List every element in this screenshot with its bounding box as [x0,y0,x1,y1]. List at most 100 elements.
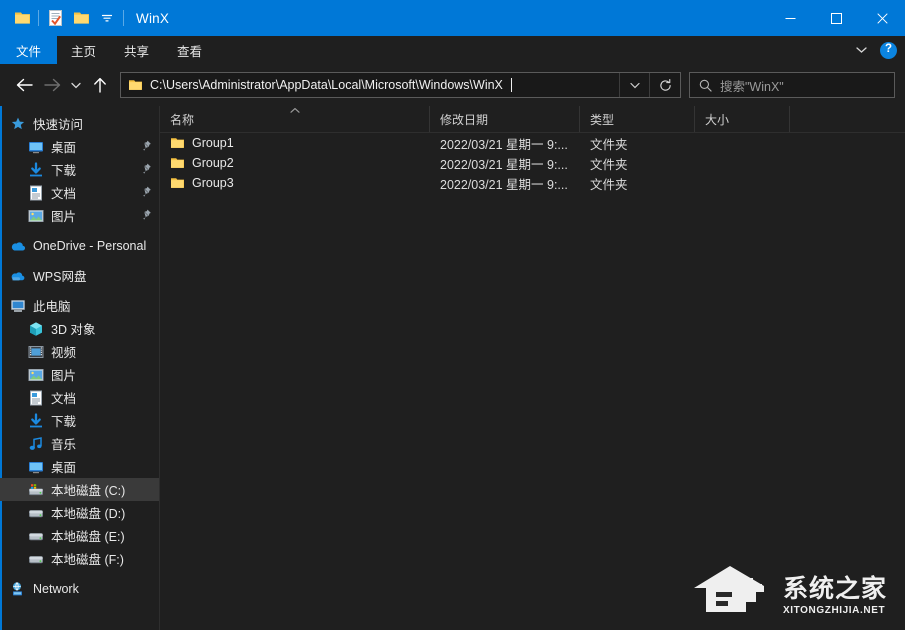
customize-dropdown-icon [101,12,113,24]
this-pc-icon [10,298,26,314]
pin-indicator[interactable] [141,161,151,179]
qat-new-folder-button[interactable] [68,5,94,31]
search-box[interactable]: 搜索"WinX" [689,72,895,98]
tab-share[interactable]: 共享 [110,36,163,64]
nav-item-图片[interactable]: 图片 [0,363,159,386]
nav-item-文档[interactable]: 文档 [0,386,159,409]
path-input[interactable]: C:\Users\Administrator\AppData\Local\Mic… [121,73,620,97]
nav-item-label: 本地磁盘 (E:) [51,526,125,545]
onedrive-icon [10,238,26,254]
nav-item-此电脑[interactable]: 此电脑 [0,294,159,317]
qat-customize-button[interactable] [94,5,120,31]
table-row[interactable]: Group22022/03/21 星期一 9:...文件夹 [160,153,905,173]
nav-item-本地磁盘e[interactable]: 本地磁盘 (E:) [0,524,159,547]
refresh-icon [659,79,672,92]
music-icon [28,436,44,452]
close-icon [877,13,888,24]
nav-item-图片[interactable]: 图片 [0,204,159,227]
drive-icon-wrap [28,551,44,567]
file-rows: Group12022/03/21 星期一 9:...文件夹Group22022/… [160,133,905,630]
tab-view[interactable]: 查看 [163,36,216,64]
file-name-label: Group2 [192,156,234,170]
qat-properties-button[interactable] [42,5,68,31]
table-row[interactable]: Group32022/03/21 星期一 9:...文件夹 [160,173,905,193]
nav-item-3d对象[interactable]: 3D 对象 [0,317,159,340]
nav-item-音乐[interactable]: 音乐 [0,432,159,455]
column-header-date[interactable]: 修改日期 [430,106,580,132]
star-icon-wrap [10,116,26,132]
pin-icon [141,140,151,151]
pin-icon [141,209,151,220]
minimize-button[interactable] [767,0,813,36]
file-name-label: Group3 [192,176,234,190]
column-header-size[interactable]: 大小 [695,106,790,132]
system-drive-icon-wrap [28,482,44,498]
column-header-type[interactable]: 类型 [580,106,695,132]
nav-item-视频[interactable]: 视频 [0,340,159,363]
nav-item-本地磁盘c[interactable]: 本地磁盘 (C:) [0,478,159,501]
file-name-label: Group1 [192,136,234,150]
nav-item-onedrive-personal[interactable]: OneDrive - Personal [0,234,159,257]
nav-item-本地磁盘d[interactable]: 本地磁盘 (D:) [0,501,159,524]
nav-item-快速访问[interactable]: 快速访问 [0,112,159,135]
tab-file[interactable]: 文件 [0,36,57,64]
nav-item-文档[interactable]: 文档 [0,181,159,204]
onedrive-icon-wrap [10,238,26,254]
window-title: WinX [136,11,169,26]
cell-name: Group3 [160,176,430,190]
pin-icon [141,163,151,174]
help-button[interactable]: ? [880,42,897,59]
column-header-type-label: 类型 [590,111,614,128]
expand-ribbon-button[interactable] [850,39,872,61]
documents-icon-wrap [28,390,44,406]
pin-indicator[interactable] [141,184,151,202]
download-icon-wrap [28,162,44,178]
nav-item-本地磁盘f[interactable]: 本地磁盘 (F:) [0,547,159,570]
pin-indicator[interactable] [141,207,151,225]
pin-indicator[interactable] [141,138,151,156]
table-row[interactable]: Group12022/03/21 星期一 9:...文件夹 [160,133,905,153]
nav-item-network[interactable]: Network [0,577,159,600]
close-button[interactable] [859,0,905,36]
maximize-button[interactable] [813,0,859,36]
nav-item-桌面[interactable]: 桌面 [0,135,159,158]
recent-locations-button[interactable] [66,70,86,100]
star-icon [10,116,26,132]
path-bar[interactable]: C:\Users\Administrator\AppData\Local\Mic… [120,72,681,98]
nav-item-下载[interactable]: 下载 [0,158,159,181]
nav-item-label: 下载 [51,160,76,179]
3d-objects-icon-wrap [28,321,44,337]
path-dropdown-button[interactable] [620,73,650,97]
nav-item-wps网盘[interactable]: WPS网盘 [0,264,159,287]
tab-home[interactable]: 主页 [57,36,110,64]
videos-icon-wrap [28,344,44,360]
cell-date: 2022/03/21 星期一 9:... [430,134,580,153]
nav-item-label: 本地磁盘 (F:) [51,549,124,568]
nav-item-label: WPS网盘 [33,266,86,285]
nav-item-label: Network [33,582,79,596]
column-header-date-label: 修改日期 [440,111,488,128]
maximize-icon [831,13,842,24]
this-pc-icon-wrap [10,298,26,314]
column-headers: 名称 修改日期 类型 大小 [160,106,905,133]
chevron-down-icon [856,46,867,54]
search-input[interactable]: 搜索"WinX" [720,76,784,95]
desktop-icon [28,139,44,155]
pictures-icon-wrap [28,367,44,383]
qat-folder-button[interactable] [9,5,35,31]
nav-item-label: 本地磁盘 (C:) [51,480,125,499]
column-header-name[interactable]: 名称 [160,106,430,132]
refresh-button[interactable] [650,73,680,97]
forward-button[interactable] [38,70,66,100]
nav-item-label: 图片 [51,365,76,384]
back-button[interactable] [10,70,38,100]
documents-icon [28,185,44,201]
wps-cloud-icon-wrap [10,268,26,284]
network-icon-wrap [10,581,26,597]
3d-objects-icon [28,321,44,337]
nav-item-下载[interactable]: 下载 [0,409,159,432]
up-button[interactable] [86,70,114,100]
nav-item-桌面[interactable]: 桌面 [0,455,159,478]
folder-icon [128,79,143,92]
system-drive-icon [28,482,44,498]
